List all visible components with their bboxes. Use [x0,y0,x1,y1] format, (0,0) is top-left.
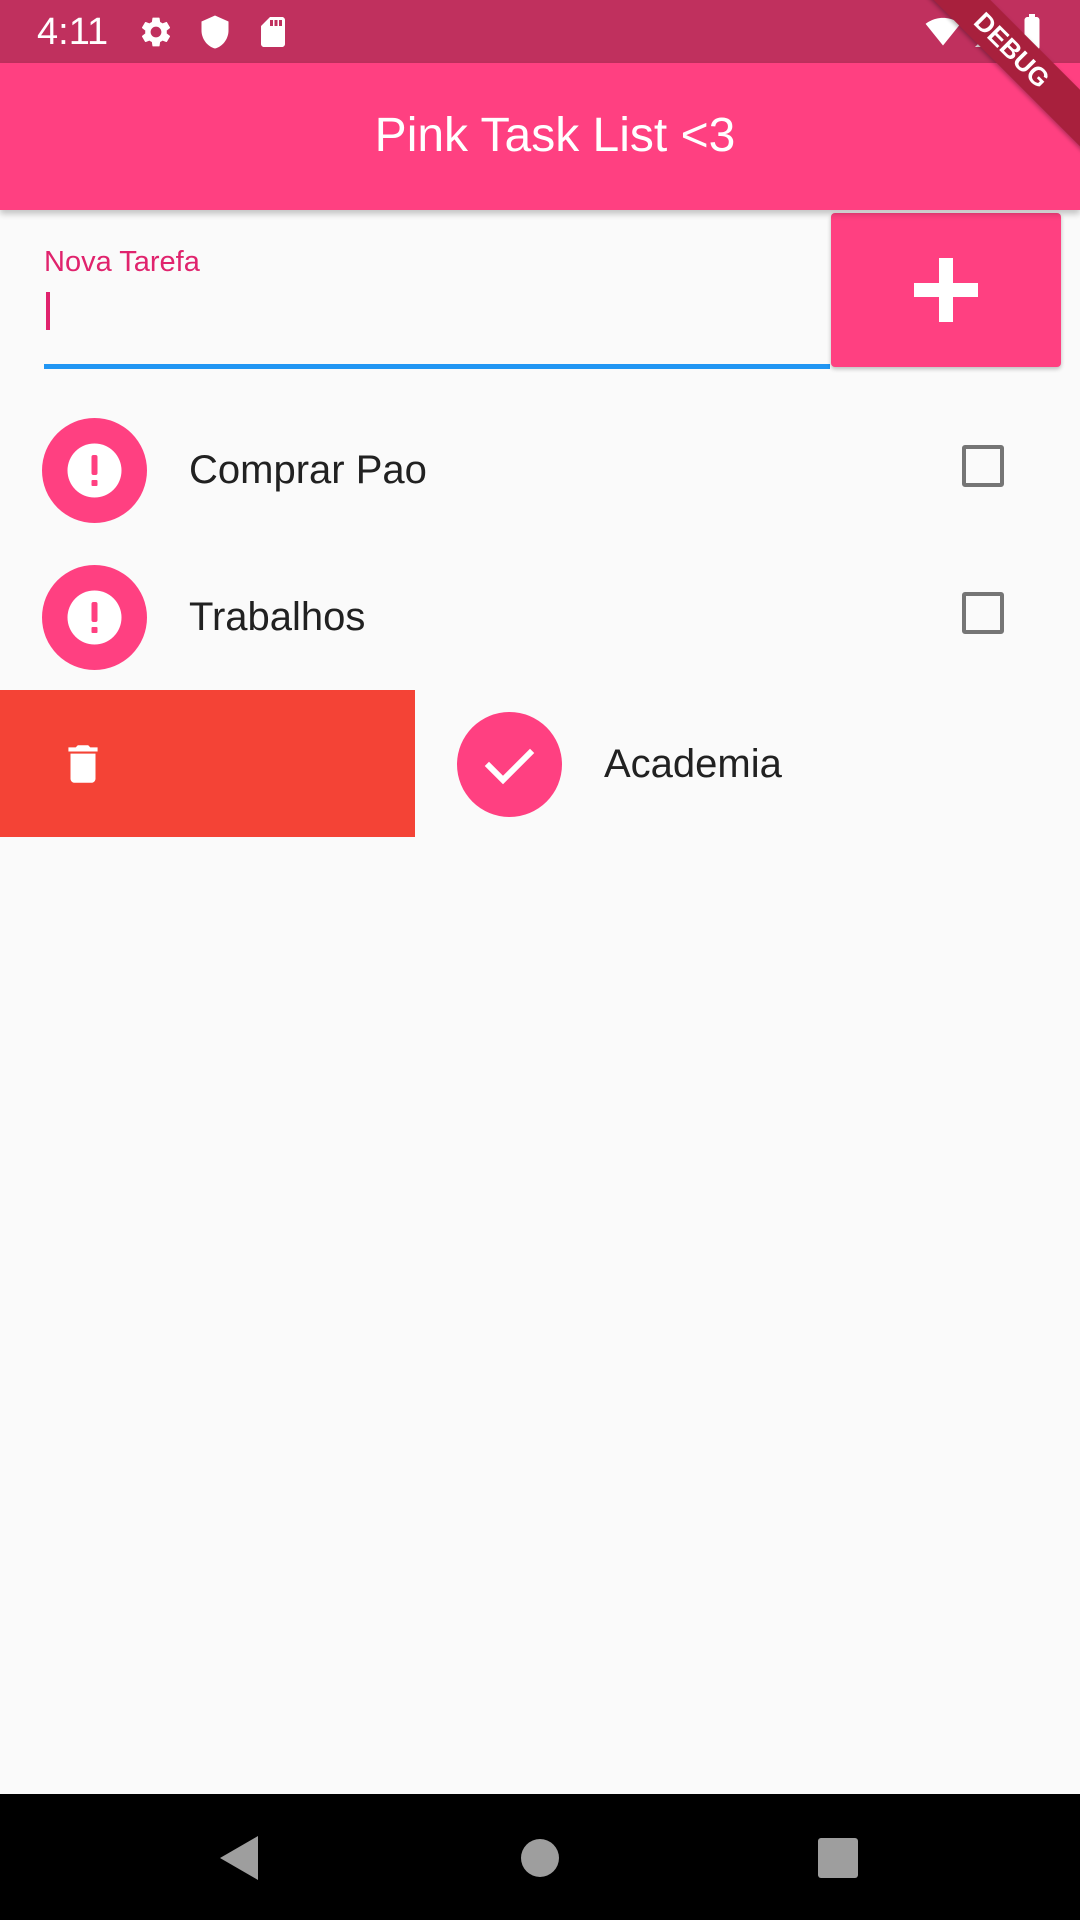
task-label: Academia [604,742,782,786]
task-status-avatar [42,418,147,523]
shield-icon [197,14,233,50]
list-item[interactable]: Comprar Pao [0,396,1080,543]
app-bar: Pink Task List <3 [0,63,1080,210]
task-label: Trabalhos [189,595,366,639]
list-item[interactable]: Trabalhos [0,543,1080,690]
screen: 4:11 DEBUG Pink Task List <3 Nova Tarefa [0,0,1080,1920]
task-label: Comprar Pao [189,448,427,492]
task-status-avatar [457,712,562,817]
trash-icon [68,745,98,783]
sd-card-icon [255,14,291,50]
delete-swipe-background[interactable] [0,690,415,837]
task-status-avatar [42,565,147,670]
gear-icon [138,14,174,50]
status-time: 4:11 [37,11,109,53]
exclamation-icon [67,443,122,498]
new-task-label: Nova Tarefa [44,246,200,278]
list-item[interactable]: Academia [415,690,1080,837]
task-checkbox[interactable] [962,445,1004,487]
add-task-button[interactable] [831,213,1061,367]
exclamation-icon [67,590,122,645]
plus-icon [914,258,978,322]
home-icon[interactable] [508,1826,572,1890]
new-task-input[interactable] [44,282,830,362]
text-caret [46,292,50,330]
status-bar: 4:11 [0,0,1080,63]
check-icon [484,748,535,785]
input-underline [44,364,830,369]
nav-bar [0,1794,1080,1920]
task-checkbox[interactable] [962,592,1004,634]
app-title: Pink Task List <3 [374,109,736,162]
recents-icon[interactable] [806,1826,870,1890]
back-icon[interactable] [208,1826,272,1890]
